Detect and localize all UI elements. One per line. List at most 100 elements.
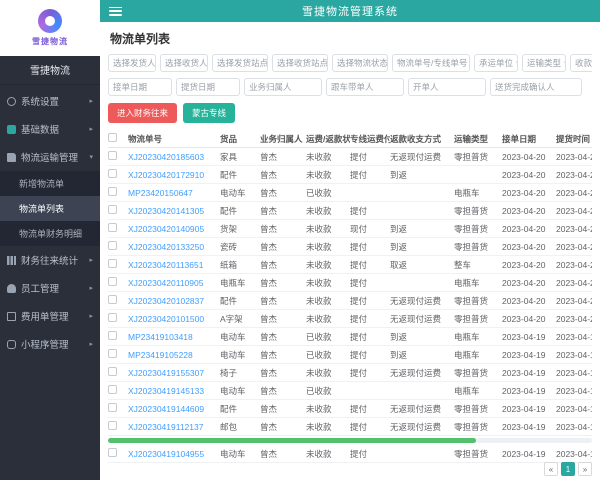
topbar: 雪捷物流管理系统: [100, 0, 600, 22]
row-checkbox[interactable]: [108, 151, 117, 160]
filter-input[interactable]: 送货完成确认人: [490, 78, 582, 96]
sidebar: 雪捷物流 雪捷物流 系统设置 ▸ 基础数据 ▸ 物流运输管理 ▾ 新增物流单 物流单列表 物流单…: [0, 0, 100, 480]
row-checkbox[interactable]: [108, 259, 117, 268]
filter-select[interactable]: 选择发货人▾: [108, 54, 156, 72]
row-checkbox[interactable]: [108, 205, 117, 214]
order-number-link[interactable]: XJ20230420140905: [128, 224, 220, 234]
order-number-link[interactable]: XJ20230419104955: [128, 449, 220, 459]
mongolia-line-button[interactable]: 蒙古专线: [183, 103, 236, 123]
table-cell: 曾杰: [260, 205, 278, 216]
row-checkbox[interactable]: [108, 448, 117, 457]
table-cell: 椅子: [220, 367, 238, 378]
row-checkbox[interactable]: [108, 367, 117, 376]
table-row: XJ20230420140905 货架 曾杰 未收款 现付 到返 零担普货 2023-04-2…: [108, 220, 592, 238]
order-number-link[interactable]: XJ20230420101500: [128, 314, 220, 324]
table-cell: 2023-04-19: [502, 349, 546, 360]
order-number-link[interactable]: MP23419103418: [128, 332, 220, 342]
filter-input[interactable]: 提货日期: [176, 78, 240, 96]
filter-select[interactable]: 选择收货站点▾: [272, 54, 328, 72]
prev-page-button[interactable]: «: [544, 462, 558, 476]
row-checkbox[interactable]: [108, 223, 117, 232]
column-header: 提货时间: [556, 133, 591, 144]
filter-placeholder: 运输类型: [527, 58, 562, 68]
row-checkbox[interactable]: [108, 241, 117, 250]
horizontal-scrollbar[interactable]: [108, 438, 592, 443]
row-checkbox[interactable]: [108, 421, 117, 430]
filter-select[interactable]: 选择发货站点▾: [212, 54, 268, 72]
sidebar-item[interactable]: 系统设置 ▸: [0, 87, 100, 115]
table-cell: 2023-04-19: [502, 421, 546, 432]
table-cell: 未收款: [306, 259, 332, 270]
submenu-item[interactable]: 新增物流单: [0, 171, 100, 196]
row-checkbox[interactable]: [108, 349, 117, 358]
hamburger-menu-icon[interactable]: [109, 6, 122, 16]
row-checkbox[interactable]: [108, 385, 117, 394]
table-cell: A字架: [220, 313, 243, 324]
submenu-item-active[interactable]: 物流单列表: [0, 196, 100, 221]
table-cell: 电瓶车: [454, 331, 480, 342]
table-cell: 未收款: [306, 313, 332, 324]
filter-input[interactable]: 开单人: [408, 78, 486, 96]
table-cell: 配件: [220, 169, 238, 180]
order-number-link[interactable]: XJ20230420133250: [128, 242, 220, 252]
table-cell: 零担普货: [454, 421, 489, 432]
filter-select[interactable]: 选择收货人▾: [160, 54, 208, 72]
order-number-link[interactable]: XJ20230419145133: [128, 386, 220, 396]
order-number-link[interactable]: MP23419105228: [128, 350, 220, 360]
sidebar-menu: 系统设置 ▸ 基础数据 ▸ 物流运输管理 ▾ 新增物流单 物流单列表 物流单财务明细 财务往来统计…: [0, 85, 100, 358]
row-checkbox[interactable]: [108, 403, 117, 412]
row-checkbox[interactable]: [108, 295, 117, 304]
table-cell: 电动车: [220, 349, 246, 360]
sidebar-item[interactable]: 财务往来统计 ▸: [0, 246, 100, 274]
order-number-link[interactable]: XJ20230419112137: [128, 422, 220, 432]
filter-input[interactable]: 跟车带单人: [326, 78, 404, 96]
table-cell: 现付: [350, 223, 368, 234]
table-cell: 无返现付运费: [390, 295, 442, 306]
filter-input[interactable]: 接单日期: [108, 78, 172, 96]
next-page-button[interactable]: »: [578, 462, 592, 476]
order-number-link[interactable]: XJ20230420102837: [128, 296, 220, 306]
filter-select[interactable]: 物流单号/专线单号: [392, 54, 470, 72]
filter-placeholder: 开单人: [413, 82, 439, 92]
table-cell: 曾杰: [260, 187, 278, 198]
table-cell: 已收款: [306, 331, 332, 342]
page-number[interactable]: 1: [561, 462, 575, 476]
action-buttons: 进入财务往来 蒙古专线: [100, 102, 600, 130]
row-checkbox[interactable]: [108, 313, 117, 322]
table-cell: 2023-04-20: [502, 259, 546, 270]
order-number-link[interactable]: XJ20230420113651: [128, 260, 220, 270]
horizontal-scrollbar-thumb[interactable]: [108, 438, 476, 443]
filter-input[interactable]: 业务归属人: [244, 78, 322, 96]
sidebar-item[interactable]: 小程序管理 ▸: [0, 330, 100, 358]
order-number-link[interactable]: XJ20230420172910: [128, 170, 220, 180]
table-cell: 2023-04-20 13:32:50: [556, 241, 592, 252]
filter-select[interactable]: 选择物流状态▾: [332, 54, 388, 72]
chevron-icon: ▸: [89, 98, 93, 105]
sidebar-item[interactable]: 基础数据 ▸: [0, 115, 100, 143]
row-checkbox[interactable]: [108, 277, 117, 286]
order-number-link[interactable]: XJ20230419144609: [128, 404, 220, 414]
table-cell: 2023-04-20 14:13:05: [556, 205, 592, 216]
sidebar-item[interactable]: 员工管理 ▸: [0, 274, 100, 302]
logo-text: 雪捷物流: [32, 37, 68, 46]
order-number-link[interactable]: XJ20230420141305: [128, 206, 220, 216]
table-cell: 曾杰: [260, 421, 278, 432]
sidebar-item[interactable]: 物流运输管理 ▾: [0, 143, 100, 171]
order-number-link[interactable]: MP23420150647: [128, 188, 220, 198]
order-number-link[interactable]: XJ20230419155307: [128, 368, 220, 378]
filter-select[interactable]: 收款状态▾: [570, 54, 592, 72]
table-cell: 零担普货: [454, 241, 489, 252]
row-checkbox[interactable]: [108, 331, 117, 340]
submenu-item[interactable]: 物流单财务明细: [0, 221, 100, 246]
table-cell: 未收款: [306, 295, 332, 306]
row-checkbox[interactable]: [108, 187, 117, 196]
row-checkbox[interactable]: [108, 169, 117, 178]
table-cell: 提付: [350, 367, 368, 378]
select-all-checkbox[interactable]: [108, 133, 117, 142]
order-number-link[interactable]: XJ20230420185603: [128, 152, 220, 162]
enter-finance-button[interactable]: 进入财务往来: [108, 103, 178, 123]
filter-select[interactable]: 承运单位▾: [474, 54, 518, 72]
filter-select[interactable]: 运输类型▾: [522, 54, 566, 72]
sidebar-item[interactable]: 费用单管理 ▸: [0, 302, 100, 330]
order-number-link[interactable]: XJ20230420110905: [128, 278, 220, 288]
